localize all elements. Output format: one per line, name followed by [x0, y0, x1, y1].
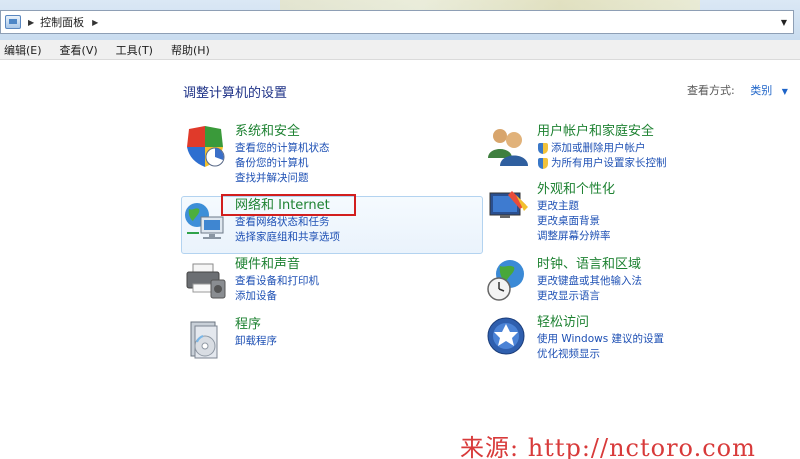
- link-display-language[interactable]: 更改显示语言: [537, 289, 642, 304]
- menu-bar: 编辑(E) 查看(V) 工具(T) 帮助(H): [0, 40, 800, 60]
- link-add-remove-accounts[interactable]: 添加或删除用户帐户: [537, 141, 667, 156]
- window-top-strip: [280, 0, 700, 10]
- programs-disc-icon: [190, 321, 218, 359]
- category-system-security: 系统和安全 查看您的计算机状态 备份您的计算机 查找并解决问题: [235, 123, 330, 186]
- breadcrumb-arrow-icon[interactable]: ▶: [92, 18, 98, 27]
- category-title-hardware[interactable]: 硬件和声音: [235, 256, 319, 274]
- menu-view[interactable]: 查看(V): [60, 42, 98, 58]
- menu-help[interactable]: 帮助(H): [171, 42, 210, 58]
- link-recommended-settings[interactable]: 使用 Windows 建议的设置: [537, 332, 664, 347]
- annotation-red-box: [221, 194, 356, 216]
- link-uninstall-program[interactable]: 卸载程序: [235, 334, 277, 349]
- link-devices-printers[interactable]: 查看设备和打印机: [235, 274, 319, 289]
- link-view-network-status[interactable]: 查看网络状态和任务: [235, 215, 340, 230]
- link-homegroup-sharing[interactable]: 选择家庭组和共享选项: [235, 230, 340, 245]
- category-title-programs[interactable]: 程序: [235, 316, 277, 334]
- globe-clock-icon: [487, 260, 524, 301]
- category-appearance: 外观和个性化 更改主题 更改桌面背景 调整屏幕分辨率: [537, 181, 615, 244]
- link-backup-computer[interactable]: 备份您的计算机: [235, 156, 330, 171]
- link-parental-controls[interactable]: 为所有用户设置家长控制: [537, 156, 667, 171]
- category-title-system-security[interactable]: 系统和安全: [235, 123, 330, 141]
- menu-tools[interactable]: 工具(T): [116, 42, 153, 58]
- source-watermark: 来源: http://nctoro.com: [460, 434, 756, 459]
- view-by-label: 查看方式:: [687, 84, 735, 97]
- category-user-accounts: 用户帐户和家庭安全 添加或删除用户帐户 为所有用户设置家长控制: [537, 123, 667, 171]
- printer-icon: [186, 263, 226, 299]
- link-change-keyboards[interactable]: 更改键盘或其他输入法: [537, 274, 642, 289]
- breadcrumb-arrow-icon[interactable]: ▶: [28, 18, 34, 27]
- shield-icon: [187, 126, 225, 167]
- link-change-theme[interactable]: 更改主题: [537, 199, 615, 214]
- address-bar[interactable]: ▶ 控制面板 ▶ ▼: [0, 10, 794, 34]
- appearance-monitor-icon: [489, 191, 528, 218]
- category-title-user-accounts[interactable]: 用户帐户和家庭安全: [537, 123, 667, 141]
- address-bar-area: ▶ 控制面板 ▶ ▼: [0, 0, 800, 40]
- category-programs: 程序 卸载程序: [235, 316, 277, 349]
- link-optimize-display[interactable]: 优化视频显示: [537, 347, 664, 362]
- category-title-clock-region[interactable]: 时钟、语言和区域: [537, 256, 642, 274]
- link-add-device[interactable]: 添加设备: [235, 289, 319, 304]
- address-dropdown-icon[interactable]: ▼: [775, 11, 793, 33]
- control-panel-icon: [5, 15, 21, 29]
- breadcrumb-control-panel[interactable]: 控制面板: [40, 14, 84, 30]
- category-clock-region: 时钟、语言和区域 更改键盘或其他输入法 更改显示语言: [537, 256, 642, 304]
- ease-of-access-icon: [487, 317, 525, 355]
- category-ease-access: 轻松访问 使用 Windows 建议的设置 优化视频显示: [537, 314, 664, 362]
- link-screen-resolution[interactable]: 调整屏幕分辨率: [537, 229, 615, 244]
- category-title-ease-access[interactable]: 轻松访问: [537, 314, 664, 332]
- link-desktop-background[interactable]: 更改桌面背景: [537, 214, 615, 229]
- view-by-dropdown[interactable]: 类别: [750, 84, 772, 97]
- users-icon: [488, 129, 528, 166]
- view-by: 查看方式: 类别 ▼: [687, 82, 788, 98]
- chevron-down-icon[interactable]: ▼: [782, 87, 788, 96]
- menu-edit[interactable]: 编辑(E): [4, 42, 42, 58]
- link-troubleshoot[interactable]: 查找并解决问题: [235, 171, 330, 186]
- page-title: 调整计算机的设置: [183, 86, 288, 101]
- category-hardware: 硬件和声音 查看设备和打印机 添加设备: [235, 256, 319, 304]
- category-title-appearance[interactable]: 外观和个性化: [537, 181, 615, 199]
- link-view-computer-status[interactable]: 查看您的计算机状态: [235, 141, 330, 156]
